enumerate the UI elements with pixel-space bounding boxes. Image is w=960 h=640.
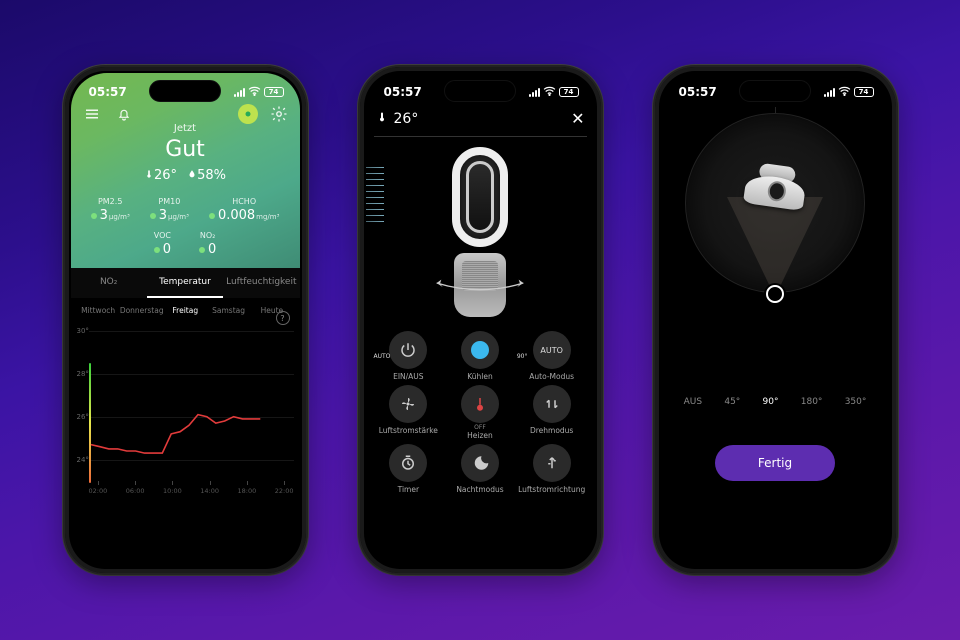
- status-time: 05:57: [89, 85, 127, 99]
- device-illustration: [366, 137, 595, 327]
- signal-icon: [824, 88, 835, 97]
- device-top-icon: [737, 160, 813, 219]
- direction-icon: [533, 444, 571, 482]
- day-mittwoch[interactable]: Mittwoch: [77, 306, 120, 315]
- angle-aus[interactable]: AUS: [684, 397, 702, 407]
- rotation-arrow-icon: [405, 275, 555, 295]
- timer-icon: [389, 444, 427, 482]
- angle-selector: AUS 45° 90° 180° 350°: [661, 397, 890, 417]
- angle-180[interactable]: 180°: [801, 397, 823, 407]
- tab-no2[interactable]: NO₂: [71, 268, 147, 298]
- close-icon[interactable]: ✕: [571, 109, 584, 128]
- angle-45[interactable]: 45°: [724, 397, 740, 407]
- control-label: Nachtmodus: [445, 485, 515, 494]
- done-button[interactable]: Fertig: [715, 445, 835, 481]
- control-label: EIN/AUS: [374, 372, 444, 381]
- wifi-icon: [838, 86, 851, 99]
- now-label: Jetzt: [71, 123, 300, 134]
- metric-hcho[interactable]: HCHO 0.008mg/m³: [209, 197, 279, 223]
- power-icon: [389, 331, 427, 369]
- dynamic-island: [739, 80, 811, 102]
- status-dot-icon: [199, 247, 205, 253]
- control-direction[interactable]: Luftstromrichtung: [517, 444, 587, 494]
- signal-icon: [529, 88, 540, 97]
- metric-pm25[interactable]: PM2.5 3µg/m³: [91, 197, 130, 223]
- airflow-icon: [366, 163, 384, 227]
- control-heat[interactable]: OFFHeizen: [445, 385, 515, 440]
- control-cool[interactable]: Kühlen: [445, 331, 515, 381]
- dynamic-island: [444, 80, 516, 102]
- phone-dashboard: 05:57 74: [63, 65, 308, 575]
- status-dot-icon: [154, 247, 160, 253]
- control-label: Luftstromrichtung: [517, 485, 587, 494]
- cool-icon: [461, 331, 499, 369]
- battery-icon: 74: [854, 87, 874, 97]
- night-icon: [461, 444, 499, 482]
- day-samstag[interactable]: Samstag: [207, 306, 250, 315]
- bell-icon[interactable]: [113, 103, 135, 125]
- status-dot-icon: [150, 213, 156, 219]
- oscillate-icon: [533, 385, 571, 423]
- header-temp: 26°: [394, 111, 419, 127]
- angle-350[interactable]: 350°: [845, 397, 867, 407]
- signal-icon: [234, 88, 245, 97]
- humidity-reading: 58%: [187, 168, 226, 183]
- control-airflow[interactable]: AUTOLuftstromstärke: [374, 385, 444, 440]
- control-label: Luftstromstärke: [374, 426, 444, 435]
- control-grid: EIN/AUSKühlen AUTO Auto-Modus AUTOLuftstrom…: [366, 327, 595, 502]
- status-time: 05:57: [679, 85, 717, 99]
- battery-icon: 74: [559, 87, 579, 97]
- status-dot-icon: [91, 213, 97, 219]
- control-label: Auto-Modus: [517, 372, 587, 381]
- control-label: Timer: [374, 485, 444, 494]
- control-night[interactable]: Nachtmodus: [445, 444, 515, 494]
- metric-pm10[interactable]: PM10 3µg/m³: [150, 197, 189, 223]
- device-status-icon[interactable]: _: [238, 104, 258, 124]
- battery-icon: 74: [264, 87, 284, 97]
- fan-icon: [389, 385, 427, 423]
- control-label: Kühlen: [445, 372, 515, 381]
- temperature-reading: 26°: [144, 168, 177, 183]
- metric-voc[interactable]: VOC 0: [154, 231, 171, 257]
- angle-90[interactable]: 90°: [763, 397, 779, 407]
- control-label: Heizen: [445, 431, 515, 440]
- control-timer[interactable]: Timer: [374, 444, 444, 494]
- control-oscillate[interactable]: 90°Drehmodus: [517, 385, 587, 440]
- sheet-header: 26° ✕: [366, 103, 595, 136]
- menu-icon[interactable]: [81, 103, 103, 125]
- control-sublabel: OFF: [445, 424, 515, 431]
- status-dot-icon: [209, 213, 215, 219]
- help-icon[interactable]: ?: [276, 311, 290, 325]
- gear-icon[interactable]: [268, 103, 290, 125]
- temperature-chart[interactable]: 30°28°26°24°02:0006:0010:0014:0018:0022:…: [75, 325, 296, 505]
- direction-marker[interactable]: [766, 285, 784, 303]
- metrics-row-2: VOC 0 NO₂ 0: [71, 231, 300, 257]
- tab-luftfeuchtigkeit[interactable]: Luftfeuchtigkeit: [223, 268, 299, 298]
- oscillation-visualizer[interactable]: [661, 107, 890, 397]
- wifi-icon: [248, 86, 261, 99]
- phone-oscillation: 05:57 74 AUS 45° 90° 180° 35: [653, 65, 898, 575]
- day-donnerstag[interactable]: Donnerstag: [120, 306, 164, 315]
- air-quality-panel: 05:57 74: [71, 73, 300, 268]
- status-time: 05:57: [384, 85, 422, 99]
- chart-tabs: NO₂ Temperatur Luftfeuchtigkeit: [71, 268, 300, 298]
- day-selector: Mittwoch Donnerstag Freitag Samstag Heut…: [71, 298, 300, 321]
- thermometer-icon: [376, 110, 388, 128]
- auto-icon: AUTO: [533, 331, 571, 369]
- chart-line: [75, 325, 296, 505]
- thermo-icon: [461, 385, 499, 423]
- day-freitag[interactable]: Freitag: [164, 306, 207, 315]
- metric-no2[interactable]: NO₂ 0: [199, 231, 216, 257]
- air-quality-value: Gut: [71, 137, 300, 162]
- dynamic-island: [149, 80, 221, 102]
- wifi-icon: [543, 86, 556, 99]
- control-label: Drehmodus: [517, 426, 587, 435]
- metrics-row-1: PM2.5 3µg/m³ PM10 3µg/m³ HCHO 0.008mg/m³: [71, 197, 300, 223]
- tab-temperatur[interactable]: Temperatur: [147, 268, 223, 298]
- phone-controls: 05:57 74 26° ✕: [358, 65, 603, 575]
